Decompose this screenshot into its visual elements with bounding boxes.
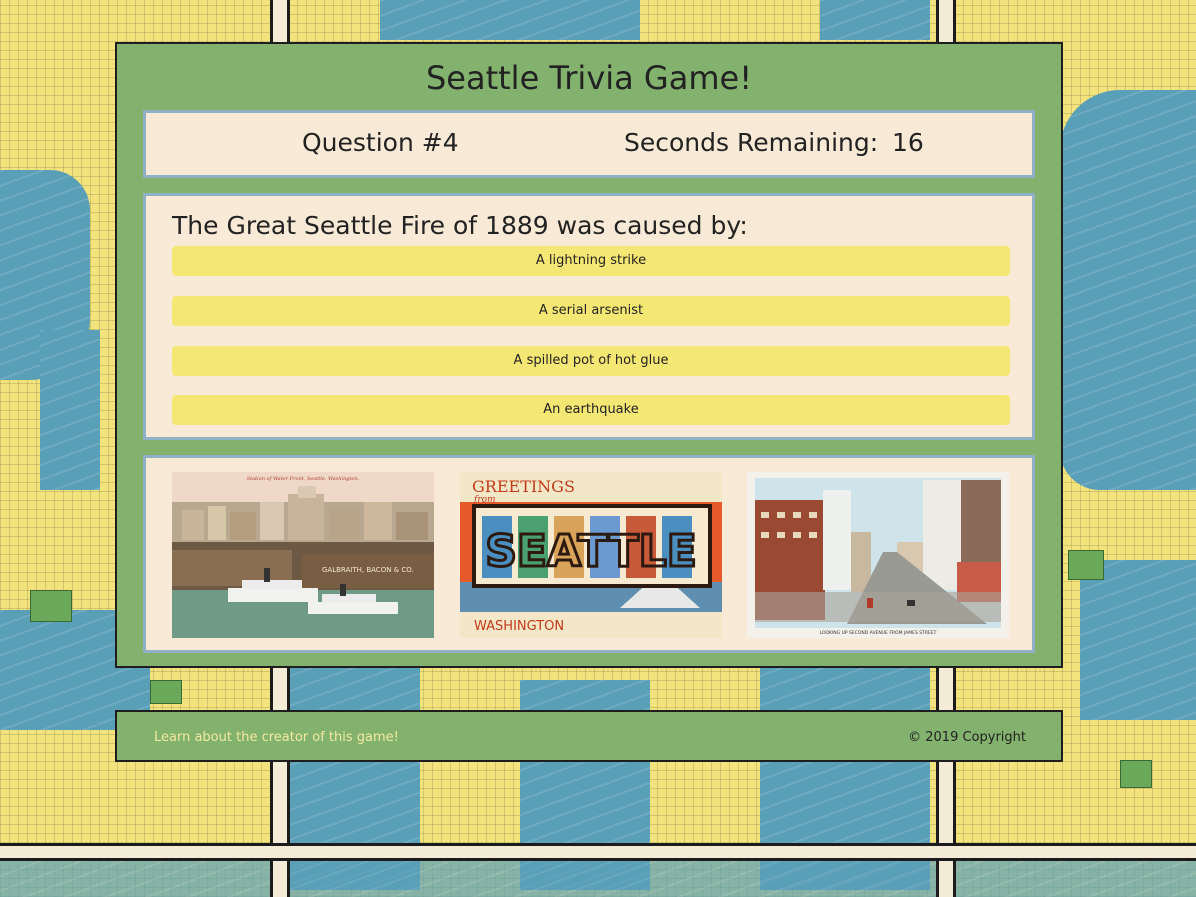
- postcard-waterfront-image: GALBRAITH, BACON & CO. Station of Water …: [172, 472, 434, 638]
- game-panel: Seattle Trivia Game! Question #4 Seconds…: [115, 42, 1063, 668]
- greetings-city-text: SEATTLE: [485, 526, 697, 577]
- question-number: Question #4: [302, 128, 459, 157]
- game-title: Seattle Trivia Game!: [425, 59, 753, 97]
- greetings-top-text: GREETINGS: [472, 477, 575, 496]
- postcard-greetings-image: SEATTLE GREETINGS from WASHINGTON: [460, 472, 722, 638]
- question-text: The Great Seattle Fire of 1889 was cause…: [172, 211, 748, 240]
- seconds-remaining-label: Seconds Remaining:: [624, 128, 879, 157]
- greetings-state-text: WASHINGTON: [474, 619, 564, 634]
- creator-info-link[interactable]: Learn about the creator of this game!: [154, 712, 399, 764]
- answer-button-3[interactable]: A spilled pot of hot glue: [172, 346, 1010, 376]
- answer-button-1[interactable]: A lightning strike: [172, 246, 1010, 276]
- seconds-remaining-value: 16: [892, 128, 924, 157]
- second-avenue-caption: LOOKING UP SECOND AVENUE FROM JAMES STRE…: [820, 630, 937, 636]
- waterfront-sign-text: GALBRAITH, BACON & CO.: [322, 566, 414, 574]
- postcard-second-avenue-image: LOOKING UP SECOND AVENUE FROM JAMES STRE…: [747, 472, 1009, 638]
- footer: Learn about the creator of this game! © …: [115, 710, 1063, 762]
- answer-button-2[interactable]: A serial arsenist: [172, 296, 1010, 326]
- postcard-gallery: GALBRAITH, BACON & CO. Station of Water …: [143, 455, 1035, 653]
- answer-button-4[interactable]: An earthquake: [172, 395, 1010, 425]
- waterfront-caption: Station of Water Front, Seattle, Washing…: [247, 476, 360, 482]
- question-card: The Great Seattle Fire of 1889 was cause…: [143, 193, 1035, 440]
- status-bar: Question #4 Seconds Remaining: 16: [143, 110, 1035, 178]
- greetings-from-text: from: [473, 495, 496, 505]
- copyright-text: © 2019 Copyright: [908, 730, 1026, 745]
